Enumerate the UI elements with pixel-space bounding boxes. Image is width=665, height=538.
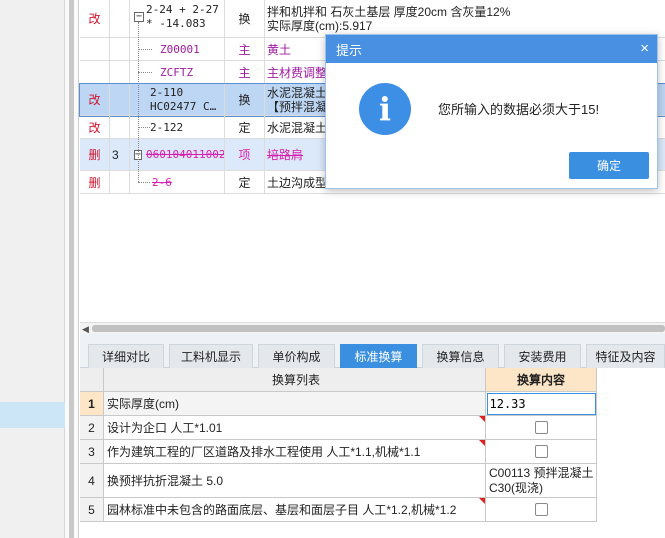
tree-line: [138, 127, 150, 128]
row-number: 2: [80, 416, 104, 439]
tree-line: [138, 72, 152, 73]
row-name-line1: 水泥混凝土: [267, 85, 328, 100]
tab-features[interactable]: 特征及内容: [586, 344, 665, 368]
tree-line: [138, 182, 150, 183]
row-number: [110, 84, 130, 115]
detail-tabs: 详细对比 工料机显示 单价构成 标准换算 换算信息 安装费用 特征及内容: [80, 334, 665, 368]
dialog-titlebar: 提示 ×: [326, 35, 657, 63]
row-flag: 删: [80, 139, 110, 170]
row-code-text: 060104011002: [146, 148, 225, 161]
tree-line: [138, 22, 139, 182]
table-row[interactable]: 3 作为建筑工程的厂区道路及排水工程使用 人工*1.1,机械*1.1: [80, 440, 597, 464]
checkbox[interactable]: [534, 421, 548, 434]
row-code: − 2-24 + 2-27 * -14.083: [130, 0, 225, 37]
row-number: 4: [80, 464, 104, 497]
row-flag: 删: [80, 171, 110, 193]
row-value[interactable]: C00113 预拌混凝土 C30(现浇): [486, 464, 597, 497]
row-value-cell[interactable]: [486, 392, 597, 415]
tab-install-cost[interactable]: 安装费用: [504, 344, 581, 368]
ok-button[interactable]: 确定: [569, 152, 649, 179]
row-type: 定: [225, 116, 265, 138]
tab-material-display[interactable]: 工料机显示: [169, 344, 253, 368]
header-corner: [80, 368, 104, 391]
row-flag: [80, 61, 110, 83]
row-description: 园林标准中未包含的路面底层、基层和面层子目 人工*1.2,机械*1.2: [104, 498, 486, 521]
thickness-input[interactable]: [486, 392, 596, 415]
tab-detail-compare[interactable]: 详细对比: [88, 344, 164, 368]
row-type: 主: [225, 38, 265, 60]
row-name-line1: 拌和机拌和 石灰土基层 厚度20cm 含灰量12%: [267, 4, 511, 19]
row-description: 作为建筑工程的厂区道路及排水工程使用 人工*1.1,机械*1.1: [104, 440, 486, 463]
row-type: 项: [225, 139, 265, 170]
row-value-cell[interactable]: [486, 440, 597, 463]
row-flag: 改: [80, 84, 110, 115]
row-description: 换预拌抗折混凝土 5.0: [104, 464, 486, 497]
row-value-cell[interactable]: [486, 498, 597, 521]
row-number: [110, 171, 130, 193]
row-code: − 060104011002: [130, 139, 225, 170]
row-value-cell[interactable]: [486, 416, 597, 439]
row-number: [110, 61, 130, 83]
table-row[interactable]: 2 设计为企口 人工*1.01: [80, 416, 597, 440]
tree-line: [138, 49, 152, 50]
table-row[interactable]: 改 − 2-24 + 2-27 * -14.083 换 拌和机拌和 石灰土基层 …: [80, 0, 665, 38]
row-flag: 改: [80, 0, 110, 37]
row-description-text: 作为建筑工程的厂区道路及排水工程使用 人工*1.1,机械*1.1: [107, 445, 421, 459]
header-content: 换算内容: [486, 368, 597, 391]
row-code-line2: HC02477 C…: [150, 99, 217, 113]
splitter-bar[interactable]: [69, 0, 74, 538]
row-code-text: 2-24 + 2-27 * -14.083: [146, 3, 219, 30]
alert-dialog: 提示 × i 您所输入的数据必须大于15! 确定: [325, 34, 658, 189]
row-code-line1: 2-110: [150, 85, 184, 99]
left-sidebar: [0, 0, 65, 538]
note-marker-icon: [479, 440, 485, 446]
row-number: [110, 116, 130, 138]
row-flag: 改: [80, 116, 110, 138]
row-number: 3: [80, 440, 104, 463]
row-description-text: 设计为企口 人工*1.01: [107, 421, 223, 435]
note-marker-icon: [479, 498, 485, 504]
checkbox[interactable]: [534, 445, 548, 458]
row-description-text: 园林标准中未包含的路面底层、基层和面层子目 人工*1.2,机械*1.2: [107, 503, 457, 517]
row-type: 换: [225, 84, 265, 115]
scroll-thumb[interactable]: [92, 325, 665, 332]
collapse-icon[interactable]: −: [134, 12, 144, 22]
row-type: 换: [225, 0, 265, 37]
checkbox[interactable]: [534, 503, 548, 516]
row-number: 3: [110, 139, 130, 170]
close-icon[interactable]: ×: [640, 40, 649, 57]
vertical-splitter[interactable]: [65, 0, 79, 538]
row-name-line2: 实际厚度(cm):5.917: [267, 18, 373, 33]
table-header: 换算列表 换算内容: [80, 368, 597, 392]
row-flag: [80, 38, 110, 60]
table-row[interactable]: 1 实际厚度(cm): [80, 392, 597, 416]
note-marker-icon: [479, 416, 485, 422]
horizontal-scrollbar[interactable]: ◀: [80, 322, 665, 334]
row-number: [110, 0, 130, 37]
row-number: [110, 38, 130, 60]
table-row[interactable]: 5 园林标准中未包含的路面底层、基层和面层子目 人工*1.2,机械*1.2: [80, 498, 597, 522]
table-row[interactable]: 4 换预拌抗折混凝土 5.0 C00113 预拌混凝土 C30(现浇): [80, 464, 597, 498]
sidebar-selected-item[interactable]: [0, 402, 65, 428]
row-description: 实际厚度(cm): [104, 392, 486, 415]
tab-standard-conversion[interactable]: 标准换算: [340, 344, 417, 368]
row-type: 定: [225, 171, 265, 193]
tab-unit-price[interactable]: 单价构成: [258, 344, 335, 368]
dialog-title: 提示: [336, 42, 363, 58]
row-description: 设计为企口 人工*1.01: [104, 416, 486, 439]
row-number: 1: [80, 392, 104, 415]
row-number: 5: [80, 498, 104, 521]
row-name: 拌和机拌和 石灰土基层 厚度20cm 含灰量12% 实际厚度(cm):5.917: [265, 0, 665, 37]
info-icon: i: [359, 83, 411, 135]
row-type: 主: [225, 61, 265, 83]
dialog-message: 您所输入的数据必须大于15!: [438, 102, 600, 117]
row-code: 2-110 HC02477 C…: [130, 84, 225, 115]
header-list: 换算列表: [104, 368, 486, 391]
tab-conversion-info[interactable]: 换算信息: [422, 344, 499, 368]
